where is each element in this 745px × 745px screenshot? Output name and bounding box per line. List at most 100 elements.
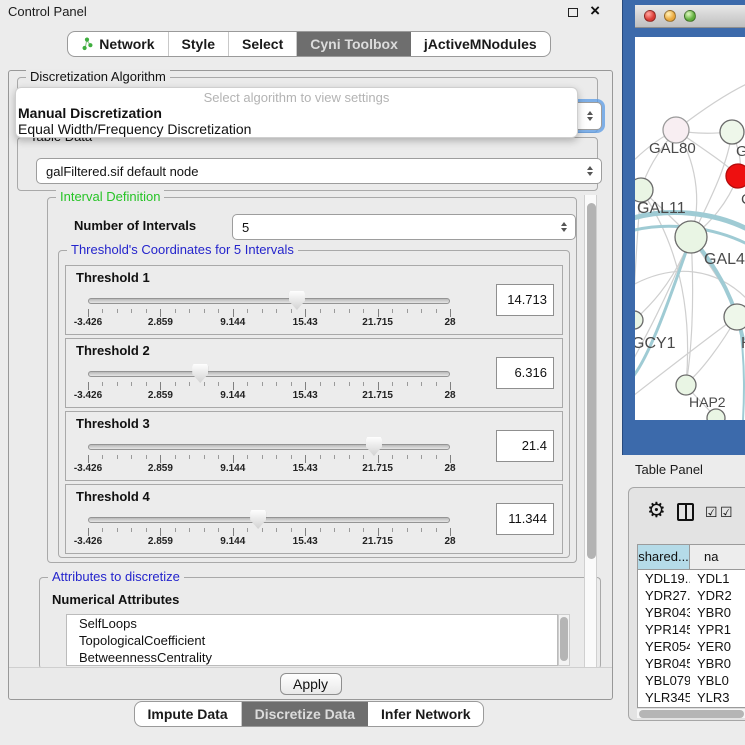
algorithm-option[interactable]: Equal Width/Frequency Discretization	[16, 121, 577, 137]
table-row[interactable]: YER054CYER0	[638, 638, 745, 655]
threshold-panel: Threshold 3-3.4262.8599.14415.4321.71528…	[65, 411, 563, 481]
tab-label: Network	[99, 36, 154, 52]
threshold-slider[interactable]: -3.4262.8599.14415.4321.71528	[88, 513, 450, 543]
slider-track[interactable]	[88, 371, 450, 377]
threshold-label: Threshold 1	[76, 270, 150, 285]
checkbox-icon[interactable]: ☑	[720, 505, 733, 519]
checkbox-icon[interactable]: ☑	[705, 505, 718, 519]
cell-name: YPR1	[690, 621, 745, 638]
attribute-item[interactable]: BetweennessCentrality	[67, 649, 557, 666]
tab-jactivemnodules[interactable]: jActiveMNodules	[411, 32, 550, 56]
network-node[interactable]	[635, 178, 653, 202]
algorithm-option[interactable]: Manual Discretization	[16, 105, 577, 121]
attribute-item[interactable]: TopologicalCoefficient	[67, 632, 557, 649]
network-node[interactable]	[724, 304, 745, 330]
apply-button[interactable]: Apply	[280, 673, 342, 695]
zoom-traffic-light-icon[interactable]	[684, 10, 696, 22]
num-intervals-label: Number of Intervals	[74, 218, 196, 233]
interval-definition-title: Interval Definition	[56, 189, 164, 204]
network-node[interactable]	[726, 164, 745, 188]
slider-thumb[interactable]	[250, 510, 266, 529]
node-attribute-table[interactable]: shared... na YDL19...YDL1YDR27...YDR2YBR…	[637, 544, 745, 708]
bottom-tab-discretize-data[interactable]: Discretize Data	[242, 702, 368, 726]
network-node[interactable]	[675, 221, 707, 253]
node-label: GAL11	[637, 200, 686, 217]
slider-thumb[interactable]	[192, 364, 208, 383]
node-label: C	[741, 191, 745, 208]
threshold-value-field[interactable]: 21.4	[496, 430, 554, 462]
network-node[interactable]	[676, 375, 696, 395]
gear-icon[interactable]: ⚙	[647, 500, 666, 522]
threshold-slider[interactable]: -3.4262.8599.14415.4321.71528	[88, 367, 450, 397]
slider-thumb[interactable]	[366, 437, 382, 456]
cell-name: YDL1	[690, 570, 745, 587]
cell-shared-name: YER054C	[638, 638, 690, 655]
tab-select[interactable]: Select	[229, 32, 297, 56]
num-intervals-combobox[interactable]: 5	[232, 214, 576, 240]
close-traffic-light-icon[interactable]	[644, 10, 656, 22]
network-canvas[interactable]: GAL80G.CGAL11GAL4GCY1HHAP2	[635, 37, 745, 420]
control-panel-titlebar: Control Panel ×	[0, 0, 618, 22]
num-intervals-value: 5	[242, 220, 249, 235]
network-node[interactable]	[720, 120, 744, 144]
node-label: HAP2	[689, 394, 726, 410]
slider-tick-labels: -3.4262.8599.14415.4321.71528	[88, 390, 450, 401]
cell-shared-name: YPR145W	[638, 621, 690, 638]
tab-network[interactable]: Network	[68, 32, 168, 56]
table-data-value: galFiltered.sif default node	[46, 164, 198, 179]
slider-tick-labels: -3.4262.8599.14415.4321.71528	[88, 317, 450, 328]
attributes-group: Attributes to discretize Numerical Attri…	[39, 577, 601, 669]
split-column-icon[interactable]	[677, 503, 694, 521]
close-icon[interactable]: ×	[590, 1, 600, 21]
table-panel-title: Table Panel	[635, 462, 703, 477]
bottom-tab-label: Discretize Data	[255, 706, 355, 722]
top-tab-bar: Network Style Select Cyni ToolboxjActiveMNo…	[0, 31, 618, 57]
minimize-traffic-light-icon[interactable]	[664, 10, 676, 22]
cell-shared-name: YBR045C	[638, 655, 690, 672]
attribute-item[interactable]: SelfLoops	[67, 615, 557, 632]
bottom-tab-impute-data[interactable]: Impute Data	[135, 702, 242, 726]
table-data-combobox[interactable]: galFiltered.sif default node	[36, 158, 602, 184]
tab-style[interactable]: Style	[169, 32, 229, 56]
algorithm-dropdown-popup: Select algorithm to view settings Manual…	[15, 87, 578, 138]
table-row[interactable]: YBR043CYBR0	[638, 604, 745, 621]
threshold-label: Threshold 2	[76, 343, 150, 358]
bottom-tab-label: Infer Network	[381, 706, 470, 722]
attributes-list-scrollbar[interactable]	[558, 614, 570, 666]
threshold-slider[interactable]: -3.4262.8599.14415.4321.71528	[88, 440, 450, 470]
column-header-name[interactable]: na	[690, 545, 745, 569]
table-row[interactable]: YLR345WYLR3	[638, 689, 745, 706]
numerical-attributes-label: Numerical Attributes	[52, 592, 179, 607]
threshold-slider[interactable]: -3.4262.8599.14415.4321.71528	[88, 294, 450, 324]
network-graph: GAL80G.CGAL11GAL4GCY1HHAP2	[635, 37, 745, 420]
node-label: GAL4	[704, 251, 745, 268]
slider-track[interactable]	[88, 444, 450, 450]
table-row[interactable]: YDL19...YDL1	[638, 570, 745, 587]
column-header-shared-name[interactable]: shared...	[638, 545, 690, 569]
node-label: GCY1	[635, 335, 676, 352]
panel-title: Control Panel	[8, 4, 87, 19]
float-window-icon[interactable]	[568, 8, 578, 17]
control-panel: Control Panel × Network Style Select Cyni T…	[0, 0, 618, 745]
attributes-list[interactable]: SelfLoopsTopologicalCoefficientBetweenne…	[66, 614, 558, 666]
table-row[interactable]: YBR045CYBR0	[638, 655, 745, 672]
table-horizontal-scrollbar[interactable]	[637, 708, 745, 718]
tab-cyni-toolbox[interactable]: Cyni Toolbox	[297, 32, 411, 56]
slider-tick-labels: -3.4262.8599.14415.4321.71528	[88, 536, 450, 547]
pane-scrollbar[interactable]	[584, 195, 597, 667]
threshold-value-field[interactable]: 6.316	[496, 357, 554, 389]
bottom-tab-infer-network[interactable]: Infer Network	[368, 702, 483, 726]
table-row[interactable]: YPR145WYPR1	[638, 621, 745, 638]
slider-ticks	[88, 528, 450, 536]
tab-label: Select	[242, 36, 283, 52]
table-row[interactable]: YDR27...YDR2	[638, 587, 745, 604]
cell-shared-name: YBL079W	[638, 672, 690, 689]
slider-track[interactable]	[88, 517, 450, 523]
slider-track[interactable]	[88, 298, 450, 304]
cell-name: YBR0	[690, 655, 745, 672]
table-row[interactable]: YBL079WYBL0	[638, 672, 745, 689]
threshold-value-field[interactable]: 11.344	[496, 503, 554, 535]
threshold-panel: Threshold 4-3.4262.8599.14415.4321.71528…	[65, 484, 563, 554]
slider-thumb[interactable]	[289, 291, 305, 310]
threshold-value-field[interactable]: 14.713	[496, 284, 554, 316]
